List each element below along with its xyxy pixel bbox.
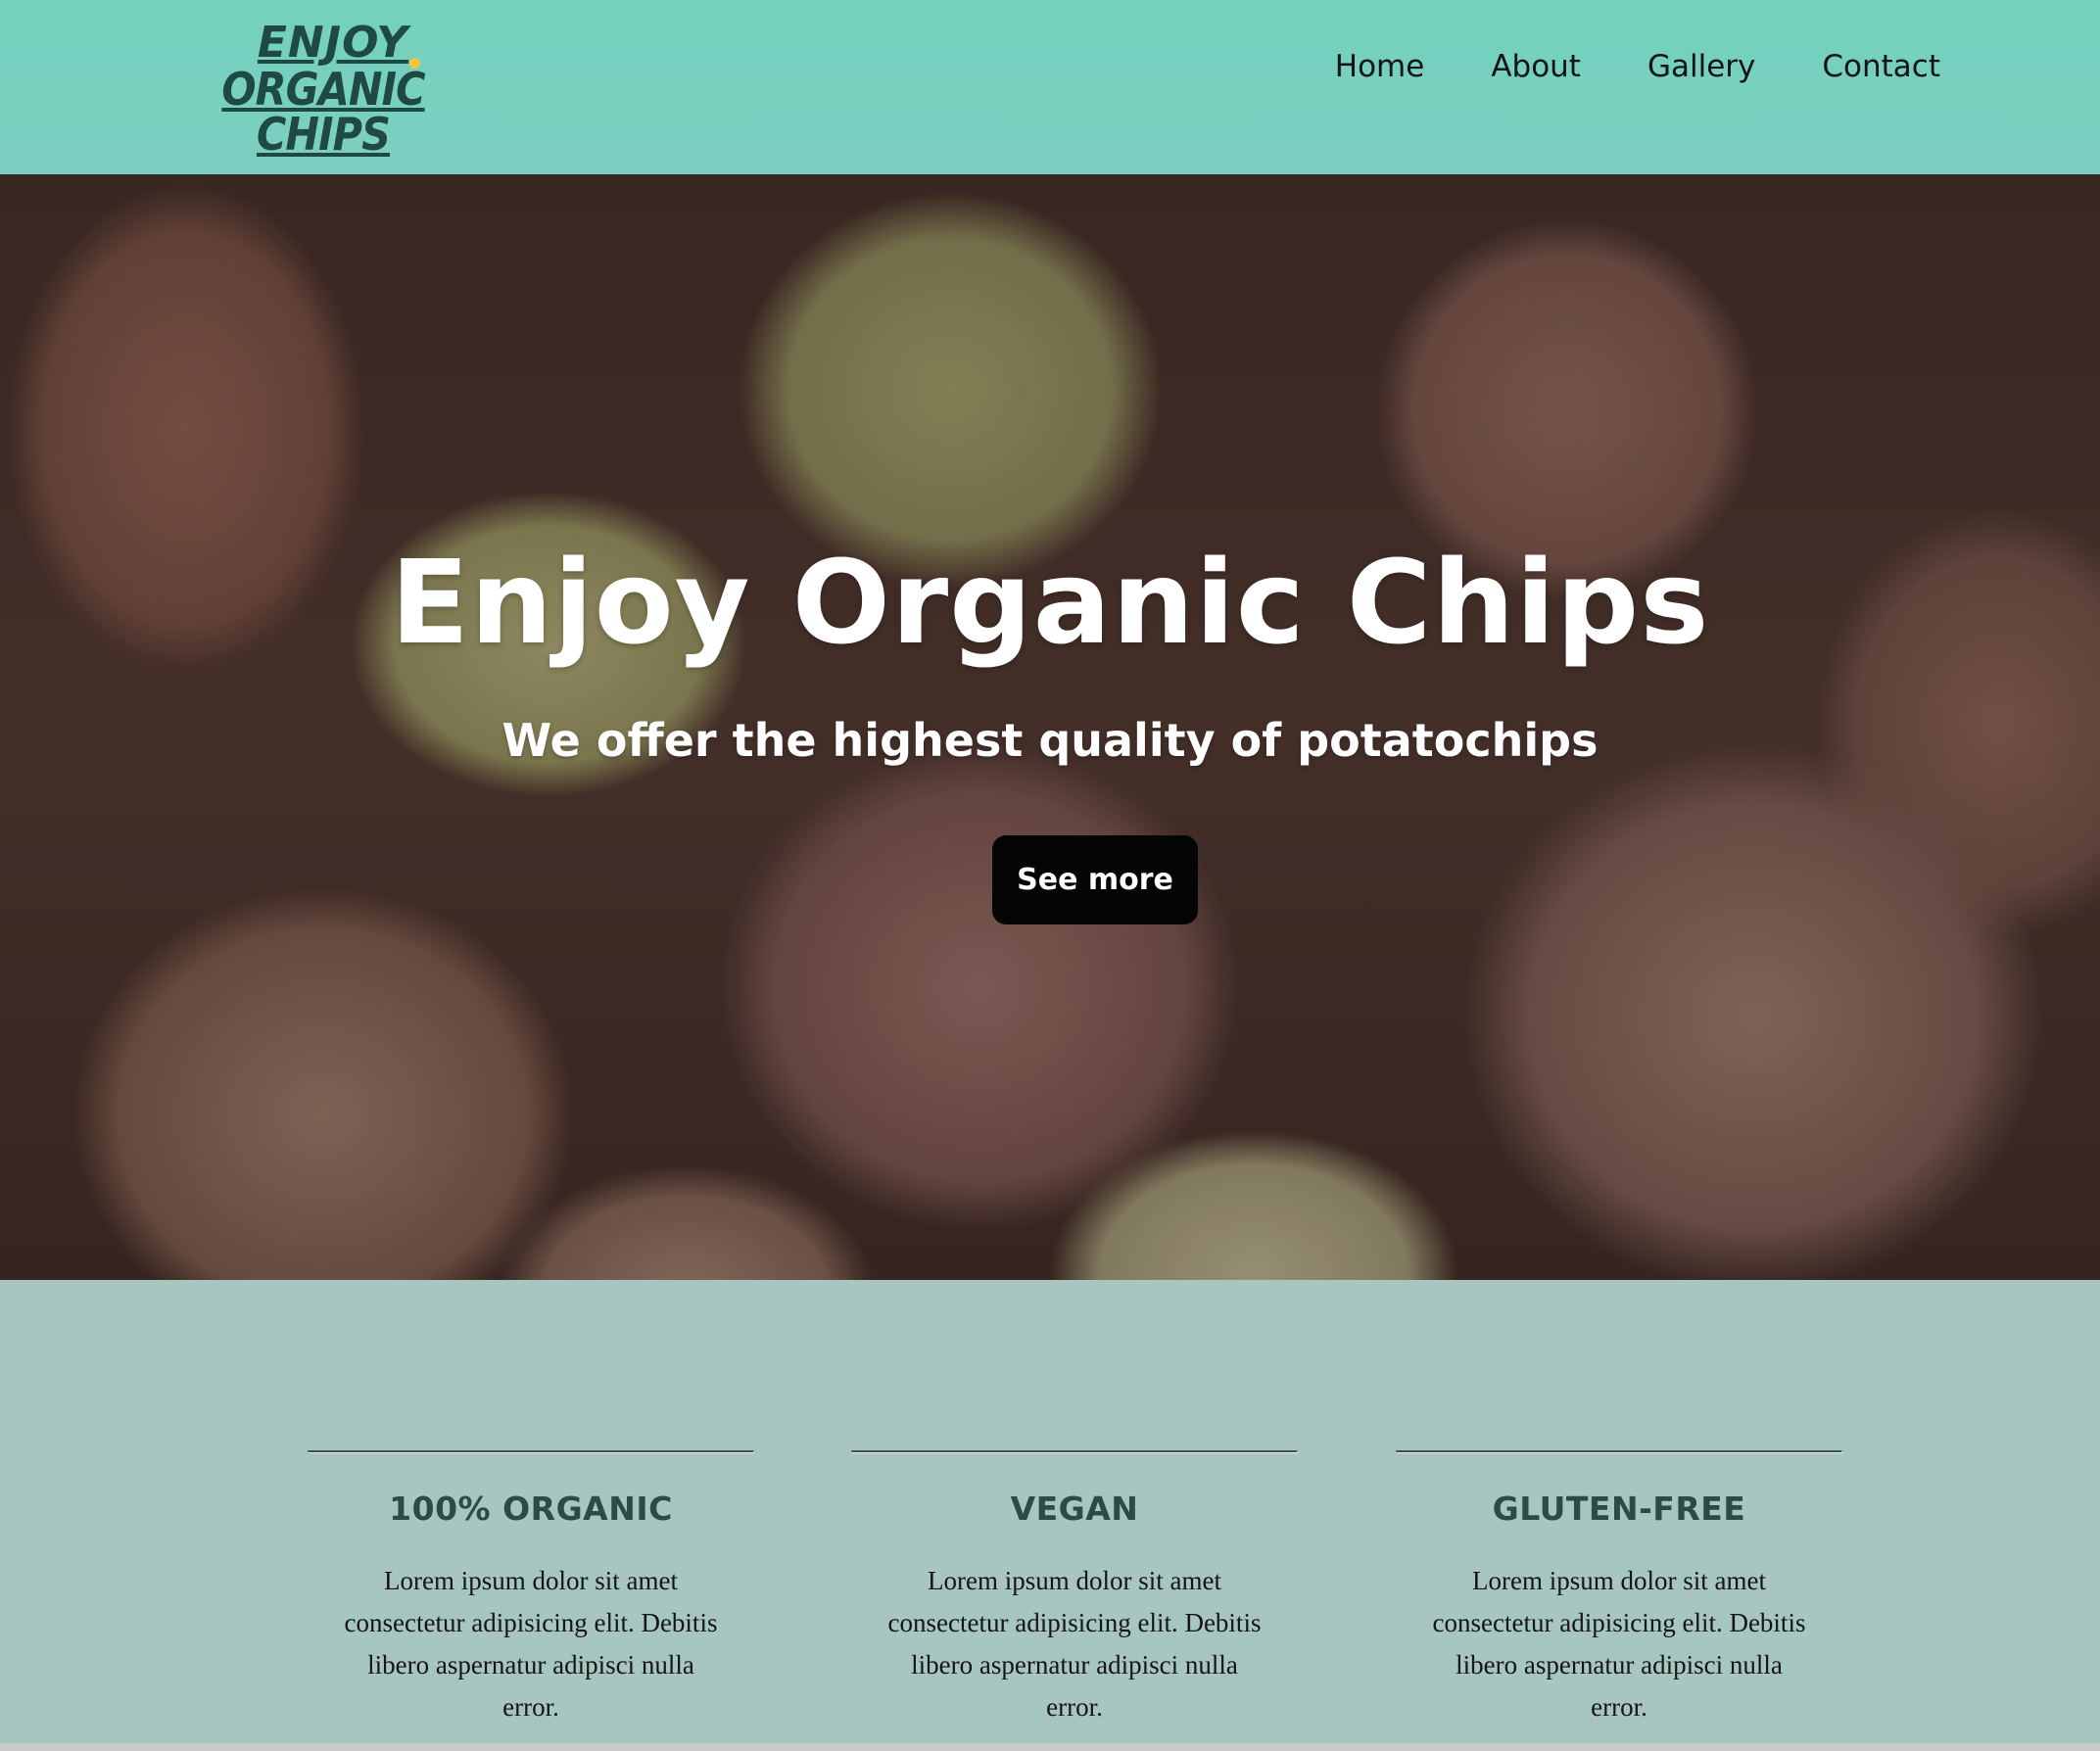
feature-divider bbox=[308, 1450, 754, 1453]
feature-description: Lorem ipsum dolor sit amet consectetur a… bbox=[1432, 1566, 1806, 1722]
feature-card-gluten-free: GLUTEN-FREE Lorem ipsum dolor sit amet c… bbox=[1396, 1450, 1842, 1728]
nav-link-gallery[interactable]: Gallery bbox=[1614, 47, 1789, 86]
feature-card-organic: 100% ORGANIC Lorem ipsum dolor sit amet … bbox=[308, 1450, 754, 1728]
logo-dot-icon bbox=[409, 58, 420, 69]
feature-description: Lorem ipsum dolor sit amet consectetur a… bbox=[344, 1566, 718, 1722]
see-more-button[interactable]: See more bbox=[992, 835, 1198, 924]
nav-link-home[interactable]: Home bbox=[1302, 47, 1458, 86]
brand-logo[interactable]: ENJOY ORGANIC CHIPS bbox=[174, 18, 472, 158]
main-nav: Home About Gallery Contact bbox=[1302, 47, 1940, 86]
logo-text-organic-chips: ORGANIC CHIPS bbox=[221, 63, 425, 161]
feature-card-vegan: VEGAN Lorem ipsum dolor sit amet consect… bbox=[851, 1450, 1298, 1728]
feature-description: Lorem ipsum dolor sit amet consectetur a… bbox=[887, 1566, 1262, 1722]
features-section: 100% ORGANIC Lorem ipsum dolor sit amet … bbox=[0, 1280, 2100, 1743]
hero-title: Enjoy Organic Chips bbox=[390, 535, 1710, 670]
feature-divider bbox=[851, 1450, 1298, 1453]
horizontal-scrollbar[interactable] bbox=[0, 1743, 2100, 1751]
feature-title: GLUTEN-FREE bbox=[1492, 1490, 1746, 1528]
nav-link-contact[interactable]: Contact bbox=[1789, 47, 1940, 86]
nav-link-about[interactable]: About bbox=[1457, 47, 1614, 86]
feature-title: 100% ORGANIC bbox=[389, 1490, 673, 1528]
logo-text-enjoy: ENJOY bbox=[257, 18, 409, 68]
feature-divider bbox=[1396, 1450, 1842, 1453]
hero-section: Enjoy Organic Chips We offer the highest… bbox=[0, 174, 2100, 1280]
feature-title: VEGAN bbox=[1010, 1490, 1139, 1528]
hero-subtitle: We offer the highest quality of potatoch… bbox=[501, 714, 1599, 767]
site-header: ENJOY ORGANIC CHIPS Home About Gallery C… bbox=[0, 0, 2100, 174]
